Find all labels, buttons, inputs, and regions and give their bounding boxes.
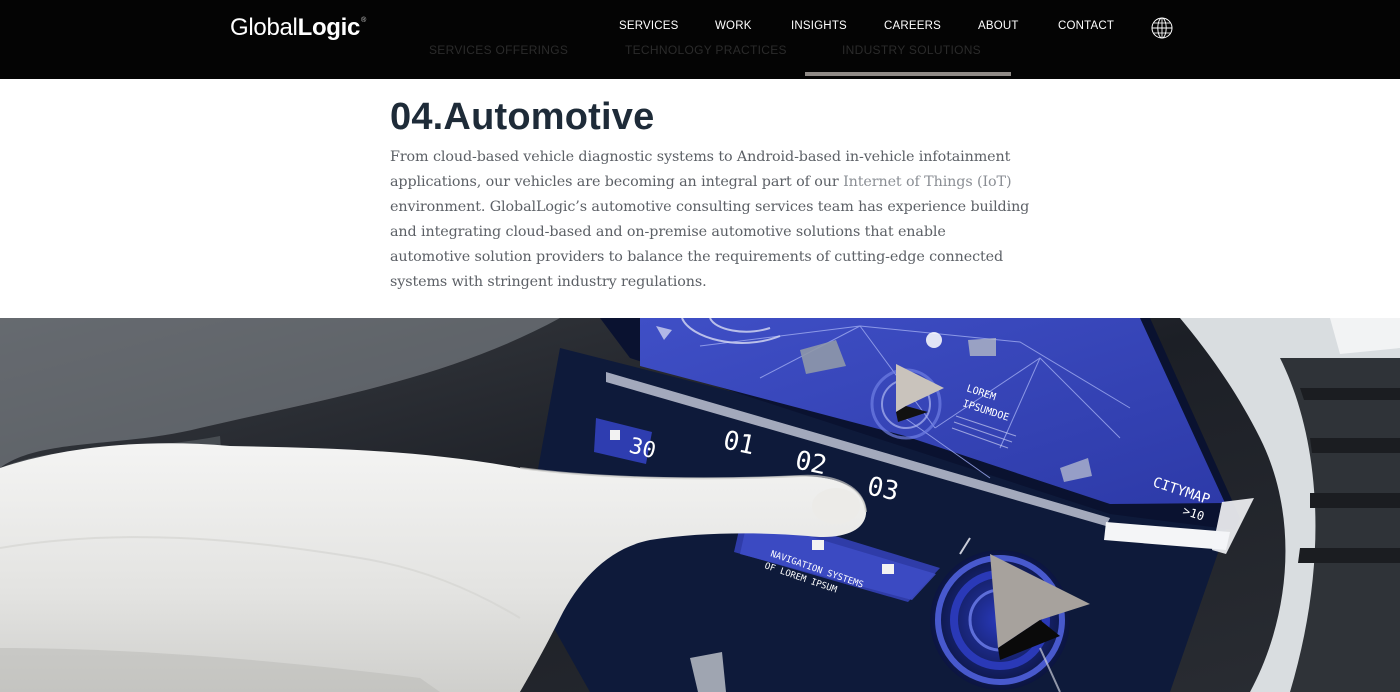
nav-work[interactable]: WORK	[715, 20, 752, 32]
logo-text-bold: Logic	[297, 14, 361, 41]
globe-language-icon[interactable]	[1151, 17, 1173, 39]
section-title: 04.Automotive	[390, 96, 655, 138]
subnav-industry-solutions[interactable]: INDUSTRY SOLUTIONS	[842, 43, 981, 57]
intro-text-end: environment. GlobalLogic’s automotive co…	[390, 199, 1030, 290]
subnav-services-offerings[interactable]: SERVICES OFFERINGS	[429, 43, 568, 57]
subnav-technology-practices[interactable]: TECHNOLOGY PRACTICES	[625, 43, 787, 57]
active-subnav-indicator	[805, 72, 1011, 76]
screen-clock-03: 03	[865, 472, 902, 508]
nav-careers[interactable]: CAREERS	[884, 20, 941, 32]
nav-insights[interactable]: INSIGHTS	[791, 20, 847, 32]
logo-registered-mark: ®	[361, 17, 366, 24]
nav-contact[interactable]: CONTACT	[1058, 20, 1114, 32]
nav-services[interactable]: SERVICES	[619, 20, 679, 32]
iot-link[interactable]: Internet of Things (IoT)	[843, 174, 1012, 190]
automotive-hero-image: LOREM IPSUMDOE 30 01 02 03 NAVIGATION SY…	[0, 318, 1400, 692]
logo-text-light: Global	[230, 14, 298, 41]
globallogic-logo[interactable]: Global Logic ®	[230, 14, 366, 44]
section-intro: From cloud-based vehicle diagnostic syst…	[390, 145, 1030, 295]
screen-clock-01: 01	[721, 426, 758, 462]
site-header: Global Logic ® SERVICES WORK INSIGHTS CARE…	[0, 0, 1400, 79]
sub-nav: SERVICES OFFERINGS TECHNOLOGY PRACTICES …	[0, 43, 1400, 79]
nav-about[interactable]: ABOUT	[978, 20, 1019, 32]
